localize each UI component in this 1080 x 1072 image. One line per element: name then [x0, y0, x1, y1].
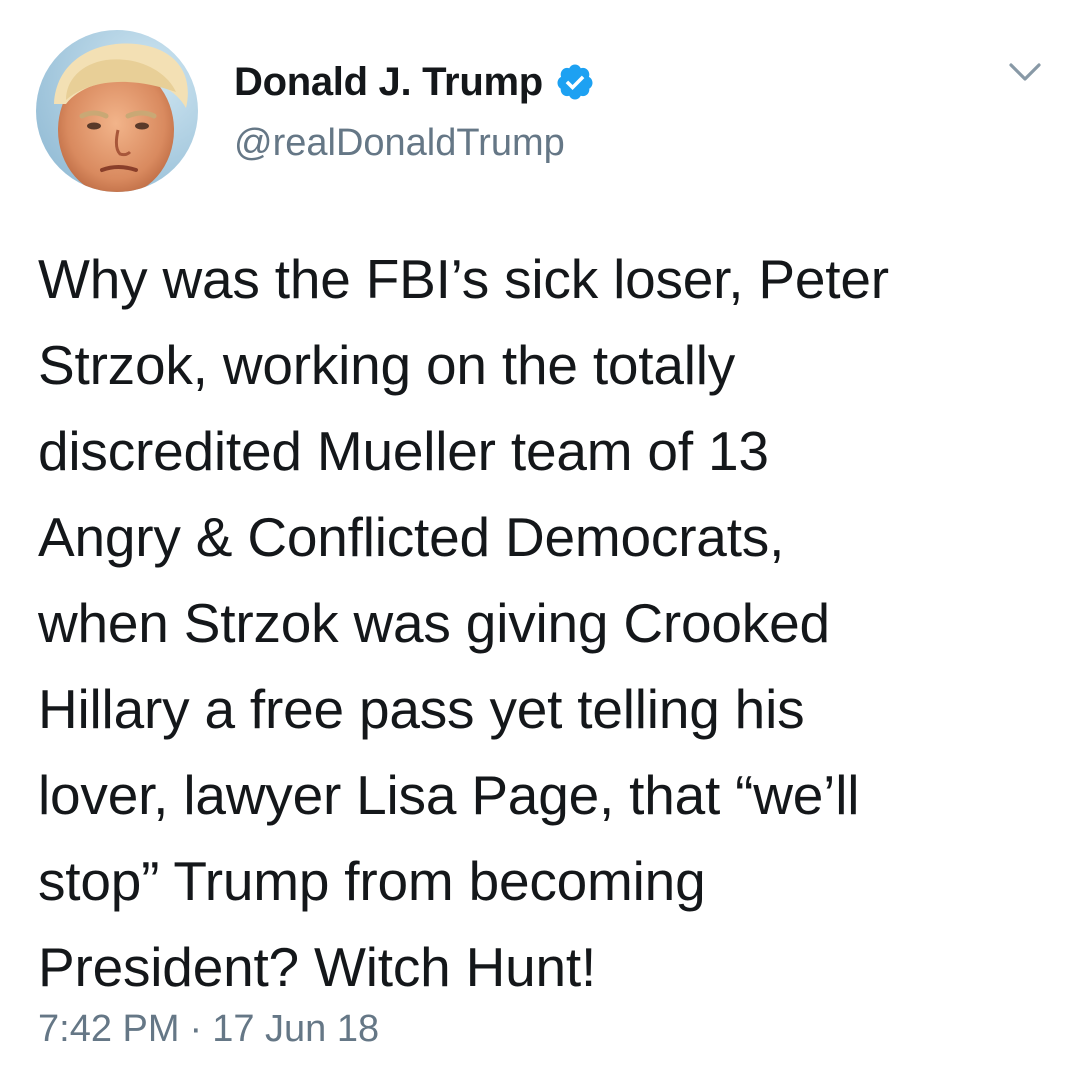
tweet-line: Why was the FBI’s sick loser, Peter: [38, 248, 889, 310]
tweet-line: Angry & Conflicted Democrats,: [38, 506, 785, 568]
tweet-line: President? Witch Hunt!: [38, 936, 597, 998]
tweet-line: discredited Mueller team of 13: [38, 420, 769, 482]
user-handle[interactable]: @realDonaldTrump: [234, 118, 565, 168]
tweet-line: when Strzok was giving Crooked: [38, 592, 830, 654]
tweet-time: 7:42 PM: [38, 1008, 180, 1050]
tweet-line: Strzok, working on the totally: [38, 334, 736, 396]
verified-badge-icon: [555, 62, 595, 102]
tweet-date: 17 Jun 18: [212, 1008, 380, 1050]
display-name[interactable]: Donald J. Trump: [234, 56, 543, 108]
profile-photo-icon: [36, 30, 198, 192]
avatar[interactable]: [36, 30, 198, 192]
tweet-line: lover, lawyer Lisa Page, that “we’ll: [38, 764, 860, 826]
tweet-line: Hillary a free pass yet telling his: [38, 678, 805, 740]
tweet-text: Why was the FBI’s sick loser, Peter Strz…: [38, 236, 1058, 1010]
timestamp-separator: ·: [189, 1008, 203, 1050]
tweet-timestamp[interactable]: 7:42 PM · 17 Jun 18: [38, 1002, 379, 1056]
tweet-card: Donald J. Trump @realDonaldTrump Why was…: [0, 0, 1080, 1072]
tweet-line: stop” Trump from becoming: [38, 850, 706, 912]
name-row: Donald J. Trump: [234, 56, 595, 108]
chevron-down-icon[interactable]: [1008, 60, 1042, 84]
